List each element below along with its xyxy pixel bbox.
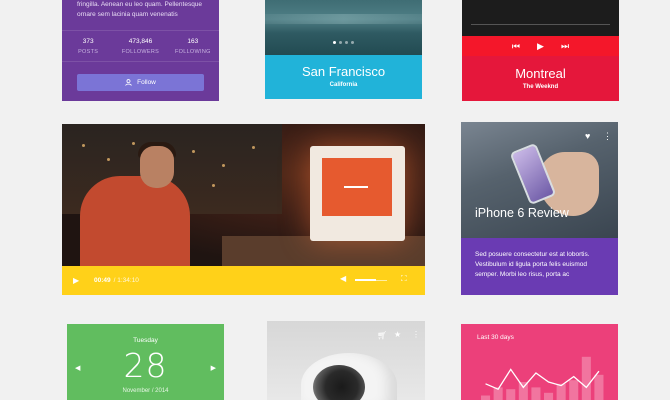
video-frame[interactable]	[62, 124, 425, 266]
carousel-dots	[333, 41, 354, 44]
monitor-screen	[322, 158, 392, 216]
stat-posts[interactable]: 373 POSTS	[62, 31, 114, 61]
chart-bar[interactable]	[544, 392, 554, 400]
article-photo	[461, 122, 618, 238]
chart-bar[interactable]	[594, 374, 604, 400]
article-title: iPhone 6 Review	[475, 206, 569, 220]
stat-following[interactable]: 163 FOLLOWING	[167, 31, 219, 61]
music-artist: The Weeknd	[522, 84, 559, 90]
chart-title: Last 30 days	[477, 334, 514, 341]
carousel-dot[interactable]	[345, 41, 348, 44]
chevron-left-icon[interactable]: ◀	[75, 364, 80, 372]
chevron-right-icon[interactable]: ▶	[211, 364, 216, 372]
stat-followers-label: FOLLOWERS	[121, 49, 160, 55]
music-video-thumbnail[interactable]	[462, 0, 619, 36]
music-controls: ⏮ ▶ ⏭	[462, 36, 619, 56]
product-card[interactable]: 🛒︎ ★ ⋮	[267, 321, 425, 400]
follow-button[interactable]: Follow	[77, 74, 204, 91]
stat-followers-value: 473,846	[128, 38, 153, 45]
music-title: Montreal	[515, 66, 566, 81]
carousel-dot[interactable]	[339, 41, 342, 44]
chart-bar[interactable]	[531, 387, 541, 400]
play-icon[interactable]: ▶	[537, 41, 544, 52]
person-head	[140, 146, 174, 188]
cart-icon[interactable]: 🛒︎	[377, 331, 387, 340]
profile-stats: 373 POSTS 473,846 FOLLOWERS 163 FOLLOWIN…	[62, 30, 219, 62]
duration: / 1:34:10	[113, 277, 139, 284]
fullscreen-icon[interactable]: ⛶	[401, 274, 407, 284]
volume-slider[interactable]	[355, 279, 387, 281]
article-card[interactable]: ♥ ⋮ iPhone 6 Review Sed posuere consecte…	[461, 122, 618, 295]
computer-monitor	[310, 146, 405, 241]
music-info: Montreal The Weeknd	[462, 56, 619, 101]
calendar-day: 28	[123, 346, 168, 385]
person-icon	[125, 79, 132, 86]
chart-bar[interactable]	[569, 380, 579, 400]
music-progress-bar[interactable]	[471, 24, 610, 25]
current-time: 00:49	[94, 277, 111, 284]
favorite-icon[interactable]: ♥	[585, 131, 590, 141]
carousel-dot[interactable]	[333, 41, 336, 44]
skip-previous-icon[interactable]: ⏮	[512, 41, 520, 52]
skip-next-icon[interactable]: ⏭	[561, 41, 569, 52]
profile-card: fringilla. Aenean eu leo quam. Pellentes…	[62, 0, 219, 101]
chart-bar[interactable]	[581, 356, 591, 400]
location-city: San Francisco	[301, 64, 386, 79]
volume-slider-fill	[355, 279, 376, 281]
carousel-dot[interactable]	[351, 41, 354, 44]
location-info: San Francisco California	[265, 55, 422, 99]
stat-following-value: 163	[187, 38, 199, 45]
calendar-card: ◀ ▶ Tuesday 28 November / 2014	[67, 324, 224, 400]
video-controls: ▶ 00:49 / 1:34:10 ◀ ⛶	[62, 266, 425, 295]
person-figure	[80, 176, 190, 266]
calendar-month: November / 2014	[122, 388, 169, 394]
location-photo	[265, 0, 422, 55]
location-state: California	[329, 82, 358, 88]
chart-bar[interactable]	[481, 395, 491, 400]
stats-chart-card: Last 30 days	[461, 324, 618, 400]
stat-followers[interactable]: 473,846 FOLLOWERS	[114, 31, 166, 61]
play-icon[interactable]: ▶	[73, 276, 83, 285]
video-player: ▶ 00:49 / 1:34:10 ◀ ⛶	[62, 124, 425, 295]
location-card[interactable]: San Francisco California	[265, 0, 422, 99]
article-body: Sed posuere consectetur est at lobortis.…	[461, 238, 618, 295]
volume-icon[interactable]: ◀	[340, 274, 346, 283]
calendar-weekday: Tuesday	[133, 337, 158, 344]
music-card: ⏮ ▶ ⏭ Montreal The Weeknd	[462, 0, 619, 101]
profile-bio: fringilla. Aenean eu leo quam. Pellentes…	[77, 1, 203, 18]
more-vert-icon[interactable]: ⋮	[412, 330, 420, 339]
stat-posts-value: 373	[82, 38, 94, 45]
chart-bar[interactable]	[506, 389, 516, 400]
follow-button-label: Follow	[137, 79, 156, 86]
stat-following-label: FOLLOWING	[174, 49, 211, 55]
stat-posts-label: POSTS	[78, 49, 99, 55]
star-icon[interactable]: ★	[394, 330, 401, 339]
more-vert-icon[interactable]: ⋮	[603, 131, 612, 142]
